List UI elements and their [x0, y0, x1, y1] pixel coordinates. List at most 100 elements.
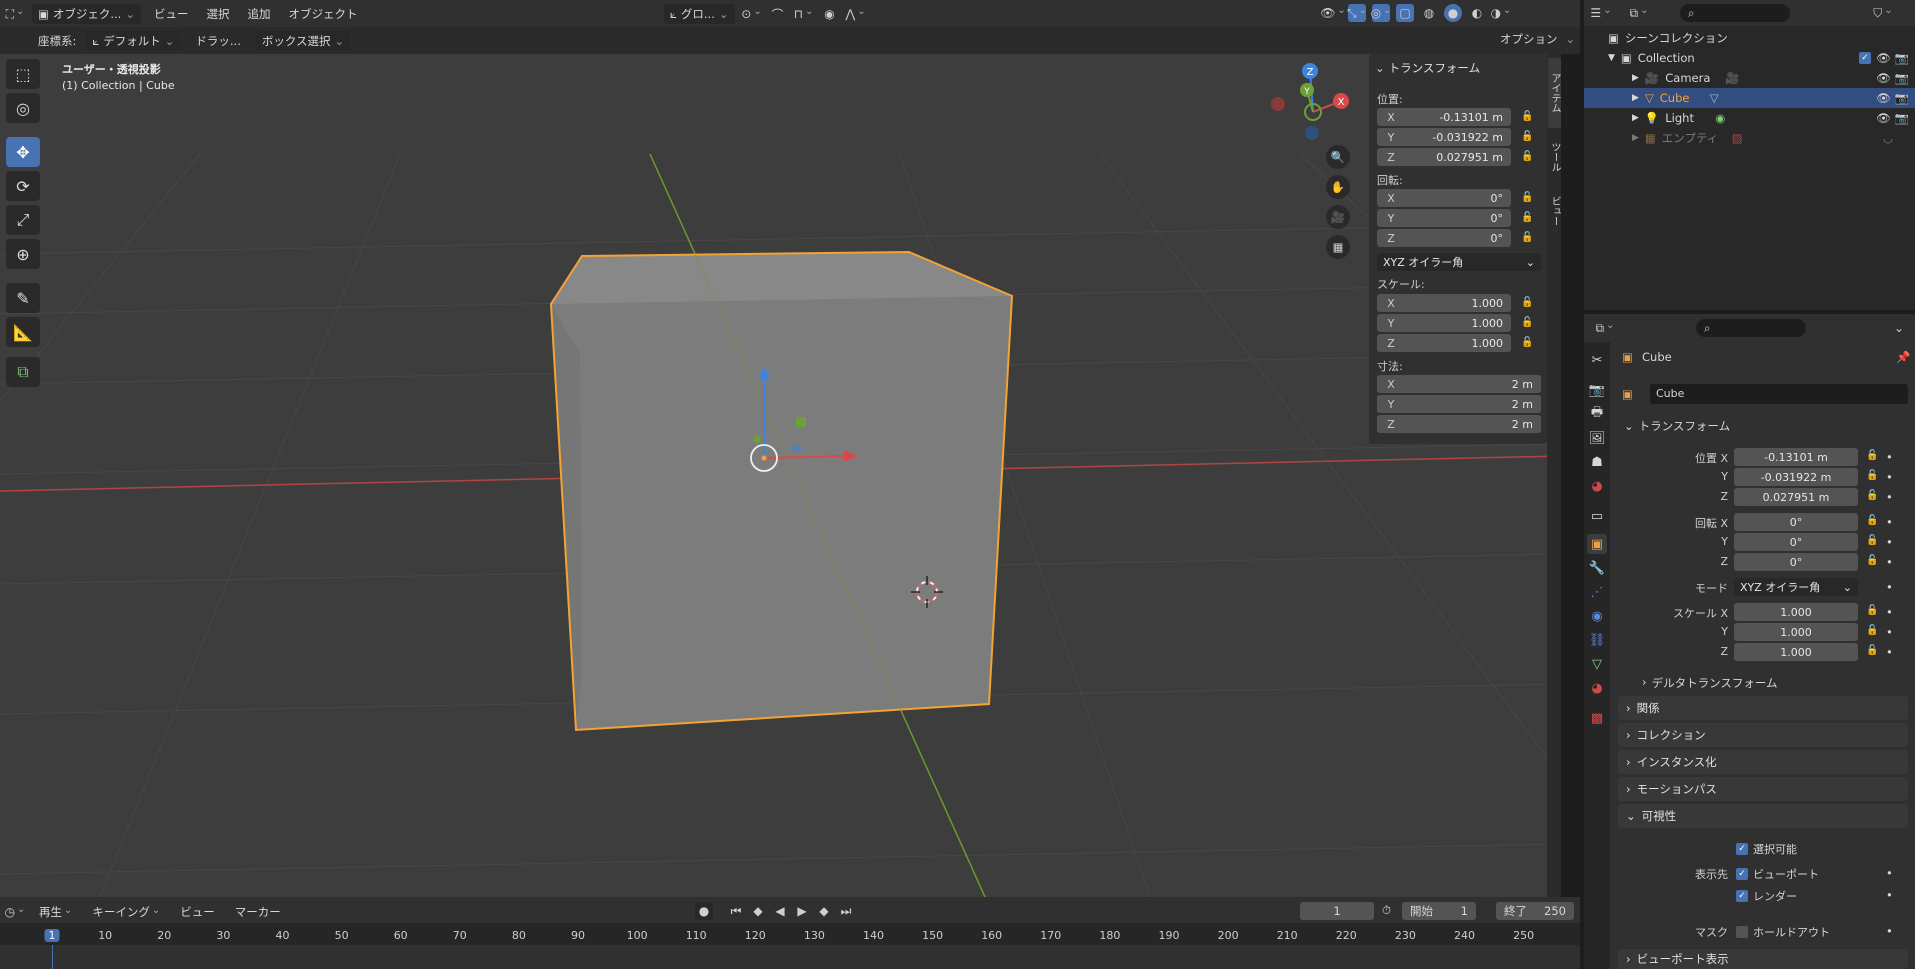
display-mode-icon[interactable]: ⧉ — [1630, 4, 1648, 22]
tab-tool[interactable]: ツール — [1548, 132, 1561, 182]
prop-rotation-z[interactable]: 0° — [1734, 553, 1858, 571]
menu-keying[interactable]: キーイング — [87, 902, 165, 922]
keyframe-dot-icon[interactable]: • — [1886, 645, 1893, 659]
rotate-tool[interactable]: ⟳ — [6, 171, 40, 201]
scale-y-field[interactable]: Y 1.000 — [1377, 314, 1511, 332]
current-frame-field[interactable]: 1 — [1300, 902, 1374, 920]
properties-editor-icon[interactable]: ⧉ — [1596, 319, 1614, 337]
select-mode-dropdown[interactable]: ボックス選択 ⌄ — [255, 31, 351, 51]
instancing-panel[interactable]: › インスタンス化 — [1618, 750, 1908, 774]
camera-view-button[interactable]: 🎥 — [1326, 205, 1350, 229]
camera-render-icon[interactable]: 📷 — [1895, 111, 1909, 125]
outliner-row-empty[interactable]: ▶ ▦ エンプティ ▨ ◡ — [1584, 128, 1915, 148]
lock-icon[interactable]: 🔓 — [1866, 605, 1878, 616]
keyframe-dot-icon[interactable]: • — [1886, 580, 1893, 594]
menu-object[interactable]: オブジェクト — [283, 4, 362, 24]
eye-icon[interactable]: 👁 — [1876, 111, 1891, 125]
keyframe-dot-icon[interactable]: • — [1886, 490, 1893, 504]
eye-icon[interactable]: 👁 — [1876, 51, 1891, 65]
lock-icon[interactable]: 🔓 — [1866, 625, 1878, 636]
cursor-tool[interactable]: ◎ — [6, 93, 40, 123]
options-dropdown[interactable]: オプション ⌄ — [1500, 31, 1575, 47]
eye-icon[interactable]: 👁 — [1876, 71, 1891, 85]
snap-target-icon[interactable]: ⊓ — [794, 5, 813, 23]
view-layer-tab[interactable]: 🖼 — [1587, 428, 1607, 448]
lock-icon[interactable]: 🔓 — [1521, 232, 1533, 244]
keyframe-dot-icon[interactable]: • — [1886, 470, 1893, 484]
editor-type-icon[interactable]: ⛶ — [6, 5, 24, 23]
jump-end-icon[interactable]: ⏭ — [837, 902, 855, 920]
transform-orientation-dropdown[interactable]: ⟀ グロ... ⌄ — [664, 4, 735, 24]
modifier-tab[interactable]: 🔧 — [1587, 558, 1607, 578]
outliner-row-cube[interactable]: ▶ ▽ Cube ▽ 👁 📷 — [1584, 88, 1915, 108]
ortho-toggle-button[interactable]: ▦ — [1326, 235, 1350, 259]
world-tab[interactable]: ◕ — [1587, 476, 1607, 496]
timeline-editor-type-icon[interactable]: ◷ — [5, 903, 24, 921]
cube-object[interactable] — [549, 250, 1014, 732]
rotation-mode-dropdown[interactable]: XYZ オイラー角 ⌄ — [1377, 253, 1541, 271]
prev-keyframe-icon[interactable]: ◆ — [749, 902, 767, 920]
lock-icon[interactable]: 🔓 — [1521, 212, 1533, 224]
selectable-checkbox[interactable]: ✓ 選択可能 — [1736, 841, 1797, 857]
material-tab[interactable]: ◕ — [1587, 678, 1607, 698]
menu-marker[interactable]: マーカー — [230, 902, 286, 922]
prop-location-x[interactable]: -0.13101 m — [1734, 448, 1858, 466]
menu-playback[interactable]: 再生 — [34, 902, 77, 922]
lock-icon[interactable]: 🔓 — [1866, 515, 1878, 526]
3d-viewport[interactable]: Z Y X ユーザー・透視投影 (1) Collection | Cube ⬚ … — [0, 54, 1561, 897]
keyframe-dot-icon[interactable]: • — [1886, 605, 1893, 619]
keyframe-dot-icon[interactable]: • — [1886, 555, 1893, 569]
menu-select[interactable]: 選択 — [201, 4, 234, 24]
transform-panel-header[interactable]: ⌄ トランスフォーム — [1624, 418, 1730, 434]
location-y-field[interactable]: Y -0.031922 m — [1377, 128, 1511, 146]
tab-view[interactable]: ビュー — [1548, 186, 1561, 236]
outliner-row-scene-collection[interactable]: ▣ シーンコレクション — [1584, 28, 1915, 48]
proportional-edit-icon[interactable]: ◉ — [821, 5, 839, 23]
texture-tab[interactable]: ▩ — [1587, 708, 1607, 728]
particles-tab[interactable]: ⋰ — [1587, 582, 1607, 602]
prop-scale-y[interactable]: 1.000 — [1734, 623, 1858, 641]
eye-icon[interactable]: 👁 — [1876, 91, 1891, 105]
material-shading-icon[interactable]: ◐ — [1468, 4, 1486, 22]
data-tab[interactable]: ▽ — [1587, 654, 1607, 674]
collections-panel[interactable]: › コレクション — [1618, 723, 1908, 747]
outliner-row-camera[interactable]: ▶ 🎥 Camera 🎥 👁 📷 — [1584, 68, 1915, 88]
menu-add[interactable]: 追加 — [242, 4, 275, 24]
zoom-button[interactable]: 🔍 — [1326, 145, 1350, 169]
measure-tool[interactable]: 📐 — [6, 317, 40, 347]
physics-tab[interactable]: ◉ — [1587, 606, 1607, 626]
menu-timeline-view[interactable]: ビュー — [175, 902, 220, 922]
scene-tab[interactable]: ☗ — [1587, 452, 1607, 472]
prop-scale-x[interactable]: 1.000 — [1734, 603, 1858, 621]
delta-transform-header[interactable]: › デルタトランスフォーム — [1642, 675, 1778, 691]
dimension-y-field[interactable]: Y 2 m — [1377, 395, 1541, 413]
play-icon[interactable]: ▶ — [793, 902, 811, 920]
checkbox-icon[interactable]: ✓ — [1859, 52, 1872, 64]
keyframe-dot-icon[interactable]: • — [1886, 866, 1893, 880]
holdout-checkbox[interactable]: ホールドアウト — [1736, 924, 1830, 940]
rotation-mode-select[interactable]: XYZ オイラー角 ⌄ — [1734, 578, 1858, 596]
move-tool[interactable]: ✥ — [6, 137, 40, 167]
location-z-field[interactable]: Z 0.027951 m — [1377, 148, 1511, 166]
select-box-tool[interactable]: ⬚ — [6, 59, 40, 89]
end-frame-field[interactable]: 終了 250 — [1496, 902, 1574, 920]
outliner-editor-icon[interactable]: ☰ — [1590, 4, 1610, 22]
lock-icon[interactable]: 🔓 — [1866, 490, 1878, 501]
scale-x-field[interactable]: X 1.000 — [1377, 294, 1511, 312]
object-browse-icon[interactable]: ▣ — [1622, 387, 1633, 401]
overlay-toggle-icon[interactable]: ◎ — [1371, 4, 1390, 22]
dimension-x-field[interactable]: X 2 m — [1377, 375, 1541, 393]
outliner-row-collection[interactable]: ▼ ▣ Collection ✓ 👁 📷 — [1584, 48, 1915, 68]
next-keyframe-icon[interactable]: ◆ — [815, 902, 833, 920]
dimension-z-field[interactable]: Z 2 m — [1377, 415, 1541, 433]
annotate-tool[interactable]: ✎ — [6, 283, 40, 313]
wireframe-shading-icon[interactable]: ◍ — [1420, 4, 1438, 22]
record-icon[interactable]: ● — [695, 902, 713, 920]
properties-search-input[interactable]: ⌕ — [1696, 319, 1806, 337]
npanel-transform-header[interactable]: ⌄ トランスフォーム — [1375, 60, 1480, 76]
keyframe-dot-icon[interactable]: • — [1886, 924, 1893, 938]
keyframe-dot-icon[interactable]: • — [1886, 535, 1893, 549]
solid-shading-icon[interactable]: ● — [1444, 4, 1462, 22]
collection-tab[interactable]: ▭ — [1587, 506, 1607, 526]
drag-label[interactable]: ドラッ... — [190, 31, 245, 51]
